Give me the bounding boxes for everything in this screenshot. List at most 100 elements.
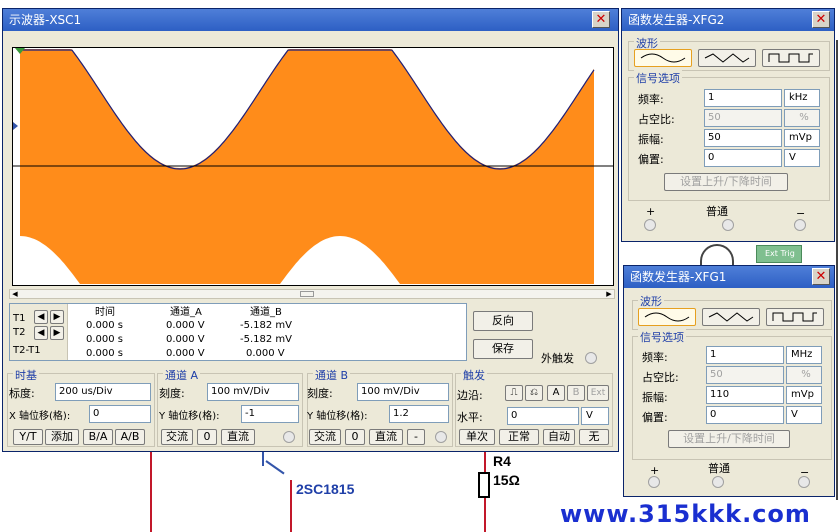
- xfg2-amplitude-unit[interactable]: mVp: [784, 129, 820, 147]
- xfg1-frequency-label: 频率:: [642, 351, 668, 364]
- rising-edge-icon[interactable]: ⎍: [505, 385, 523, 401]
- xfg1-square-button[interactable]: [766, 308, 824, 326]
- xfg2-sine-button[interactable]: [634, 49, 692, 67]
- xfg1-offset-unit[interactable]: V: [786, 406, 822, 424]
- xfg1-amplitude-unit[interactable]: mVp: [786, 386, 822, 404]
- t2t1-channel-b: 0.000 V: [246, 348, 285, 359]
- none-trigger-button[interactable]: 无: [579, 429, 609, 445]
- falling-edge-icon[interactable]: ⎌: [525, 385, 543, 401]
- channel-b-scale-label: 刻度:: [307, 387, 333, 400]
- scroll-thumb[interactable]: [300, 291, 314, 297]
- auto-trigger-button[interactable]: 自动: [543, 429, 575, 445]
- yt-button[interactable]: Y/T: [13, 429, 43, 445]
- xfg1-duty-field[interactable]: 50: [706, 366, 784, 384]
- channel-a-terminal[interactable]: [283, 431, 295, 443]
- xfg1-offset-label: 偏置:: [642, 411, 668, 424]
- channel-a-scale-label: 刻度:: [159, 387, 185, 400]
- xfg2-square-button[interactable]: [762, 49, 820, 67]
- xfg2-duty-field[interactable]: 50: [704, 109, 782, 127]
- channel-b-ac-button[interactable]: 交流: [309, 429, 341, 445]
- trigger-source-a-button[interactable]: A: [547, 385, 565, 401]
- wire: [290, 480, 292, 532]
- channel-b-dc-button[interactable]: 直流: [369, 429, 403, 445]
- xfg2-duty-unit[interactable]: %: [784, 109, 820, 127]
- oscilloscope-titlebar[interactable]: 示波器-XSC1: [3, 9, 618, 31]
- xfg1-common-terminal[interactable]: [712, 476, 724, 488]
- trigger-level-field[interactable]: 0: [507, 407, 579, 425]
- triangle-wave-icon: [708, 312, 754, 322]
- channel-a-zero-button[interactable]: 0: [197, 429, 217, 445]
- channel-b-terminal[interactable]: [435, 431, 447, 443]
- trigger-source-b-button[interactable]: B: [567, 385, 585, 401]
- t2-channel-b: -5.182 mV: [240, 334, 292, 345]
- xfg1-minus-terminal[interactable]: [798, 476, 810, 488]
- t1-left-arrow-icon[interactable]: ◀: [34, 310, 48, 324]
- channel-a-scale-field[interactable]: 100 mV/Div: [207, 383, 299, 401]
- channel-b-zero-button[interactable]: 0: [345, 429, 365, 445]
- xfg1-close-button[interactable]: ✕: [812, 268, 830, 285]
- xfg1-frequency-unit[interactable]: MHz: [786, 346, 822, 364]
- ab-button[interactable]: A/B: [115, 429, 145, 445]
- xfg2-signal-label: 信号选项: [634, 70, 682, 86]
- xfg2-frequency-field[interactable]: 1: [704, 89, 782, 107]
- scroll-right-icon[interactable]: ▶: [604, 290, 614, 298]
- channel-a-dc-button[interactable]: 直流: [221, 429, 255, 445]
- ext-trig-label: Ext Trig: [756, 245, 802, 263]
- xfg2-rise-fall-button[interactable]: 设置上升/下降时间: [664, 173, 788, 191]
- x-position-field[interactable]: 0: [89, 405, 151, 423]
- channel-a-ac-button[interactable]: 交流: [161, 429, 193, 445]
- oscilloscope-close-button[interactable]: ✕: [592, 11, 610, 28]
- transistor-emitter-lead: [265, 460, 285, 475]
- xfg2-amplitude-field[interactable]: 50: [704, 129, 782, 147]
- xfg1-sine-button[interactable]: [638, 308, 696, 326]
- add-button[interactable]: 添加: [45, 429, 79, 445]
- xfg2-common-terminal[interactable]: [722, 219, 734, 231]
- xfg2-offset-unit[interactable]: V: [784, 149, 820, 167]
- scroll-left-icon[interactable]: ◀: [10, 290, 20, 298]
- timebase-scale-label: 标度:: [9, 387, 35, 400]
- t1-right-arrow-icon[interactable]: ▶: [50, 310, 64, 324]
- timebase-scale-field[interactable]: 200 us/Div: [55, 383, 151, 401]
- xfg2-common-label: 普通: [706, 205, 728, 218]
- wire: [150, 452, 152, 532]
- xfg1-rise-fall-button[interactable]: 设置上升/下降时间: [668, 430, 790, 448]
- xfg2-duty-label: 占空比:: [638, 113, 675, 126]
- channel-b-scale-field[interactable]: 100 mV/Div: [357, 383, 449, 401]
- xfg2-frequency-unit[interactable]: kHz: [784, 89, 820, 107]
- ba-button[interactable]: B/A: [83, 429, 113, 445]
- header-channel-a: 通道_A: [170, 307, 202, 318]
- xfg2-close-button[interactable]: ✕: [812, 11, 830, 28]
- t2t1-channel-a: 0.000 V: [166, 348, 205, 359]
- t1-label: T1: [13, 313, 26, 324]
- xfg1-duty-unit[interactable]: %: [786, 366, 822, 384]
- time-scrollbar[interactable]: ◀ ▶: [9, 289, 615, 299]
- normal-trigger-button[interactable]: 正常: [499, 429, 539, 445]
- save-button[interactable]: 保存: [473, 339, 533, 359]
- xfg2-plus-terminal[interactable]: [644, 219, 656, 231]
- ext-trigger-terminal[interactable]: [585, 352, 597, 364]
- single-trigger-button[interactable]: 单次: [459, 429, 495, 445]
- trigger-source-ext-button[interactable]: Ext: [587, 385, 609, 401]
- t2-left-arrow-icon[interactable]: ◀: [34, 326, 48, 340]
- xfg1-amplitude-field[interactable]: 110: [706, 386, 784, 404]
- resistor-value: 15Ω: [493, 472, 520, 488]
- xfg1-frequency-field[interactable]: 1: [706, 346, 784, 364]
- channel-a-title: 通道 A: [163, 367, 201, 383]
- trigger-level-unit[interactable]: V: [581, 407, 609, 425]
- xfg1-titlebar[interactable]: 函数发生器-XFG1: [624, 266, 834, 288]
- channel-a-y-position-field[interactable]: -1: [241, 405, 299, 423]
- xfg2-minus-terminal[interactable]: [794, 219, 806, 231]
- channel-b-y-position-field[interactable]: 1.2: [389, 405, 449, 423]
- xfg1-plus-terminal[interactable]: [648, 476, 660, 488]
- xfg1-offset-field[interactable]: 0: [706, 406, 784, 424]
- xfg2-offset-field[interactable]: 0: [704, 149, 782, 167]
- xfg2-titlebar[interactable]: 函数发生器-XFG2: [622, 9, 834, 31]
- t2-right-arrow-icon[interactable]: ▶: [50, 326, 64, 340]
- reverse-button[interactable]: 反向: [473, 311, 533, 331]
- xfg1-triangle-button[interactable]: [702, 308, 760, 326]
- resistor-symbol[interactable]: [478, 472, 490, 498]
- xfg2-triangle-button[interactable]: [698, 49, 756, 67]
- channel-b-minus-button[interactable]: -: [407, 429, 425, 445]
- xfg2-amplitude-label: 振幅:: [638, 133, 664, 146]
- square-wave-icon: [772, 312, 817, 322]
